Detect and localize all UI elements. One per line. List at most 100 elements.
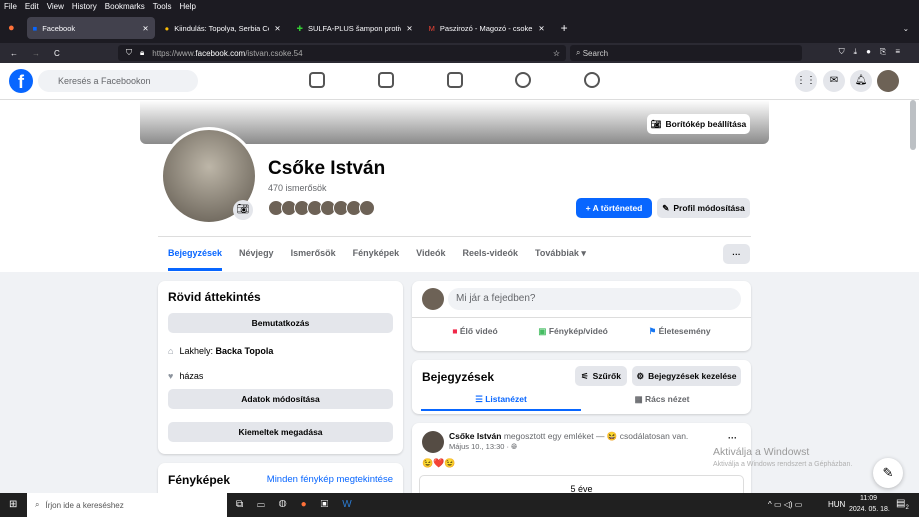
clock-time[interactable]: 11:09 [860,495,877,502]
tab-photos[interactable]: Fényképek [353,248,400,271]
photo-video-button[interactable]: ▣ Fénykép/videó [538,326,607,337]
tab-maps[interactable]: ● Kiindulás: Topolya, Serbia Cél: F ✕ [159,17,287,39]
life-event-button[interactable]: ⚑ Életesemény [649,326,711,337]
tab-about[interactable]: Névjegy [239,248,274,271]
add-featured-button[interactable]: Kiemeltek megadása [168,422,393,442]
edit-details-button[interactable]: Adatok módosítása [168,389,393,409]
star-icon[interactable]: ☆ [553,49,560,58]
menu-help[interactable]: Help [179,2,195,11]
list-view-tab[interactable]: ☰ Listanézet [421,394,581,411]
scrollbar[interactable] [910,100,916,150]
url-prefix: https://www. [152,48,196,58]
pencil-icon: ✎ [662,202,670,213]
search-placeholder: Írjon ide a kereséshez [45,500,124,510]
close-icon[interactable]: ✕ [406,24,412,33]
more-options-button[interactable]: ··· [723,244,750,264]
friend-count[interactable]: 470 ismerősök [268,183,327,193]
menu-edit[interactable]: Edit [25,2,39,11]
tab-title: Facebook [42,23,76,33]
post-more-button[interactable]: ··· [728,433,737,443]
tab-posts[interactable]: Bejegyzések [168,248,223,271]
menu-history[interactable]: History [72,2,97,11]
menu-view[interactable]: View [47,2,64,11]
menu-file[interactable]: File [4,2,17,11]
menu-grid-icon[interactable]: ⋮⋮ [795,70,817,92]
forward-icon[interactable]: → [32,49,40,58]
composer-card: Mi jár a fejedben? ■ Élő videó ▣ Fénykép… [412,281,751,351]
cover-photo-button[interactable]: 📷︎ Borítókép beállítása [647,114,750,134]
gear-icon: ⚙ [636,370,645,381]
tab-friends[interactable]: Ismerősök [291,248,336,271]
flag-icon: ⚑ [648,326,657,336]
tab-more[interactable]: Továbbiak ▾ [535,248,586,271]
marketplace-icon[interactable] [447,72,463,88]
notification-icon[interactable]: ▤2 [896,498,909,511]
button-label: Élő videó [459,326,498,336]
button-label: Fénykép/videó [548,326,608,336]
live-video-button[interactable]: ■ Élő videó [452,326,497,337]
tray-icons[interactable]: ^ ▭ ◁) ▭ [768,500,802,509]
tab-reels[interactable]: Reels-videók [463,248,519,271]
taskbar-apps[interactable]: ⧉▭◍●▣W [236,499,366,510]
groups-icon[interactable] [515,72,531,88]
camera-icon[interactable]: 📷︎ [233,200,253,220]
menu-bookmarks[interactable]: Bookmarks [105,2,145,11]
watermark-sub: Aktiválja a Windows rendszert a Gépházba… [713,461,853,468]
back-icon[interactable]: ← [10,49,18,58]
url-path: /istvan.csoke.54 [245,48,303,58]
chevron-down-icon[interactable]: ⌄ [903,24,909,33]
video-camera-icon: ■ [452,326,458,336]
url-bar[interactable]: ⛉ 🔒︎ https://www.facebook.com/istvan.cso… [118,45,566,61]
browser-search-input[interactable]: ⌕ Search [570,45,802,61]
reload-icon[interactable]: C [54,49,60,58]
windows-start-icon[interactable]: ⊞ [9,499,17,510]
video-icon[interactable] [378,72,394,88]
tab-gmail[interactable]: M Paszirozó - Magozó - csoke.istv ✕ [423,17,551,39]
firefox-icon[interactable]: ● [8,22,15,34]
author-avatar[interactable] [422,431,444,453]
close-icon[interactable]: ✕ [142,24,148,33]
menu-tools[interactable]: Tools [153,2,172,11]
watermark-title: Aktiválja a Windowst [713,446,810,458]
sliders-icon: ⚟ [581,370,589,381]
messenger-icon[interactable]: ✉ [823,70,845,92]
post-timestamp[interactable]: Május 10., 13:30 · 🌐︎ [449,442,517,452]
edit-profile-button[interactable]: ✎ Profil módosítása [657,198,750,218]
add-bio-button[interactable]: Bemutatkozás [168,313,393,333]
lives-value[interactable]: Backa Topola [215,346,273,356]
gaming-icon[interactable] [584,72,600,88]
tab-title: Kiindulás: Topolya, Serbia Cél: F [174,23,269,33]
post-author[interactable]: Csőke István [449,431,501,441]
facebook-search-input[interactable]: Keresés a Facebookon [38,70,198,92]
filters-button[interactable]: ⚟ Szűrők [575,366,627,386]
bell-icon[interactable]: 🔔︎ [850,70,872,92]
toolbar-icons[interactable]: ⛉⤓●⎘≡ [839,47,909,57]
tab-bar: ● ■ Facebook ✕ ● Kiindulás: Topolya, Serbia… [0,13,919,43]
taskbar-search-input[interactable]: ⌕ Írjon ide a kereséshez [27,493,227,517]
home-icon[interactable] [309,72,325,88]
home-icon: ⌂ [168,346,174,356]
account-avatar[interactable] [877,70,899,92]
language-indicator[interactable]: HUN [828,500,845,509]
new-tab-icon[interactable]: + [561,21,568,35]
facebook-icon: ■ [32,23,38,33]
add-story-button[interactable]: + A történeted [576,198,652,218]
facebook-logo[interactable]: f [9,69,33,93]
close-icon[interactable]: ✕ [274,24,280,33]
composer-input[interactable]: Mi jár a fejedben? [448,288,741,310]
close-icon[interactable]: ✕ [538,24,544,33]
friend-avatars[interactable] [268,200,375,216]
cross-icon: ✚ [296,23,303,33]
grid-view-tab[interactable]: ▦ Rács nézet [582,394,742,405]
tab-videos[interactable]: Videók [416,248,445,271]
globe-icon: 🌐︎ [511,442,518,451]
taskbar: ⊞ ⌕ Írjon ide a kereséshez ⧉▭◍●▣W ^ ▭ ◁) … [0,493,919,517]
tab-facebook[interactable]: ■ Facebook ✕ [26,17,155,39]
manage-posts-button[interactable]: ⚙ Bejegyzések kezelése [632,366,741,386]
clock-date[interactable]: 2024. 05. 18. [849,506,890,513]
new-message-icon[interactable]: ✎ [873,458,903,488]
search-placeholder: Search [582,48,609,58]
post-header: Csőke István megosztott egy emléket — 😆 … [449,431,688,442]
tab-sulfa[interactable]: ✚ SULFA-PLUS šampon protiv per ✕ [291,17,419,39]
see-all-photos-link[interactable]: Minden fénykép megtekintése [267,474,393,485]
